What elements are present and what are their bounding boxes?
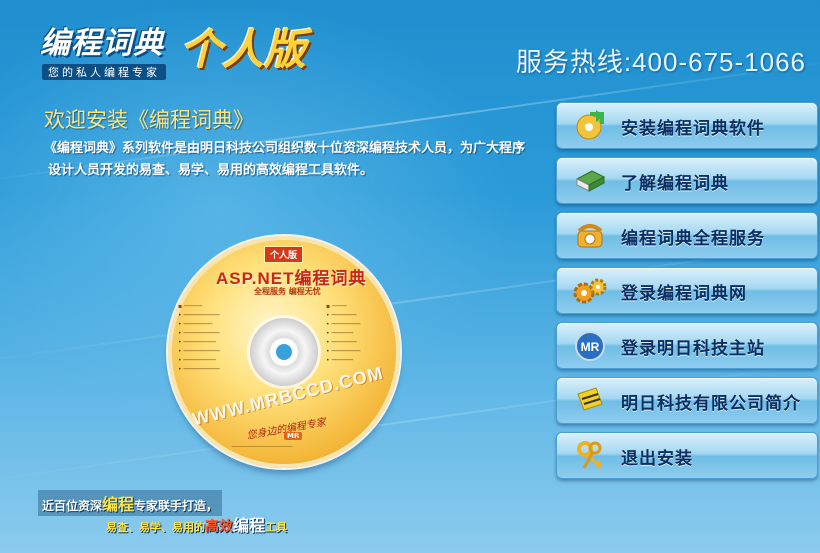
mr-logo-icon: MR [573, 330, 607, 362]
cd-feature-list-left: ▪ ───── • ────────── • ──────── • ────────… [178, 303, 220, 373]
keys-icon [573, 440, 607, 472]
menu-item-install-software[interactable]: 安装编程词典软件 [556, 102, 818, 149]
menu-item-label: 明日科技有限公司简介 [621, 394, 801, 414]
svg-text:MR: MR [581, 340, 600, 354]
intro-text: 《编程词典》系列软件是由明日科技公司组织数十位资深编程技术人员，为广大程序 设计… [44, 138, 534, 182]
menu-item-login-dictionary-site[interactable]: 登录编程词典网 [556, 267, 818, 314]
slogan-line-2: 易查、易学、易用的高效编程工具 [106, 516, 288, 535]
menu-item-company-intro[interactable]: 明日科技有限公司简介 [556, 377, 818, 424]
cd-feature-list-right: ▪ ──── • ─────── • ──────── • ────── • ───… [326, 303, 361, 364]
cd-brand-mark: MR [284, 432, 303, 440]
menu-item-label: 登录编程词典网 [621, 284, 747, 304]
menu-item-label: 编程词典全程服务 [621, 229, 765, 249]
menu-item-full-service[interactable]: 编程词典全程服务 [556, 212, 818, 259]
telephone-icon [573, 220, 607, 252]
logo-edition: 个人版 [180, 25, 307, 74]
book-icon [573, 165, 607, 197]
cd-footer-text: ──────────────────── [232, 444, 293, 450]
menu-item-label: 安装编程词典软件 [621, 119, 765, 139]
cd-badge: 个人版 [264, 246, 304, 263]
install-cd-icon [573, 110, 607, 142]
menu-item-label: 登录明日科技主站 [621, 339, 765, 359]
service-hotline: 服务热线:400-675-1066 [515, 47, 806, 77]
intro-line-1: 《编程词典》系列软件是由明日科技公司组织数十位资深编程技术人员，为广大程序 [44, 141, 526, 156]
gears-icon [573, 275, 607, 307]
intro-line-2: 设计人员开发的易查、易学、易用的高效编程工具软件。 [48, 163, 374, 178]
cd-slogan: 全程服务 编程无忧 [254, 287, 321, 296]
logo-subtitle: 您的私人编程专家 [42, 64, 166, 80]
product-cd-image: 个人版 ASP.NET编程词典 全程服务 编程无忧 ▪ ───── • ────… [166, 234, 402, 474]
menu-item-label: 了解编程词典 [621, 174, 729, 194]
app-logo: 编程词典 个人版 您的私人编程专家 [40, 18, 310, 86]
logo-title: 编程词典 [40, 26, 164, 61]
menu-item-label: 退出安装 [621, 449, 693, 469]
menu-item-login-mingri-site[interactable]: MR 登录明日科技主站 [556, 322, 818, 369]
company-card-icon [573, 385, 607, 417]
install-menu: 安装编程词典软件 了解编程词典 编程词典全程服务 登录编程词典网 MR 登录明日… [556, 102, 818, 487]
menu-item-learn-dictionary[interactable]: 了解编程词典 [556, 157, 818, 204]
menu-item-exit-install[interactable]: 退出安装 [556, 432, 818, 479]
bottom-slogan: 近百位资深编程专家联手打造， 易查、易学、易用的高效编程工具 [38, 490, 298, 538]
cd-hub [250, 318, 318, 386]
cd-disc: 个人版 ASP.NET编程词典 全程服务 编程无忧 ▪ ───── • ────… [166, 234, 402, 470]
welcome-title: 欢迎安装《编程词典》 [44, 108, 254, 132]
